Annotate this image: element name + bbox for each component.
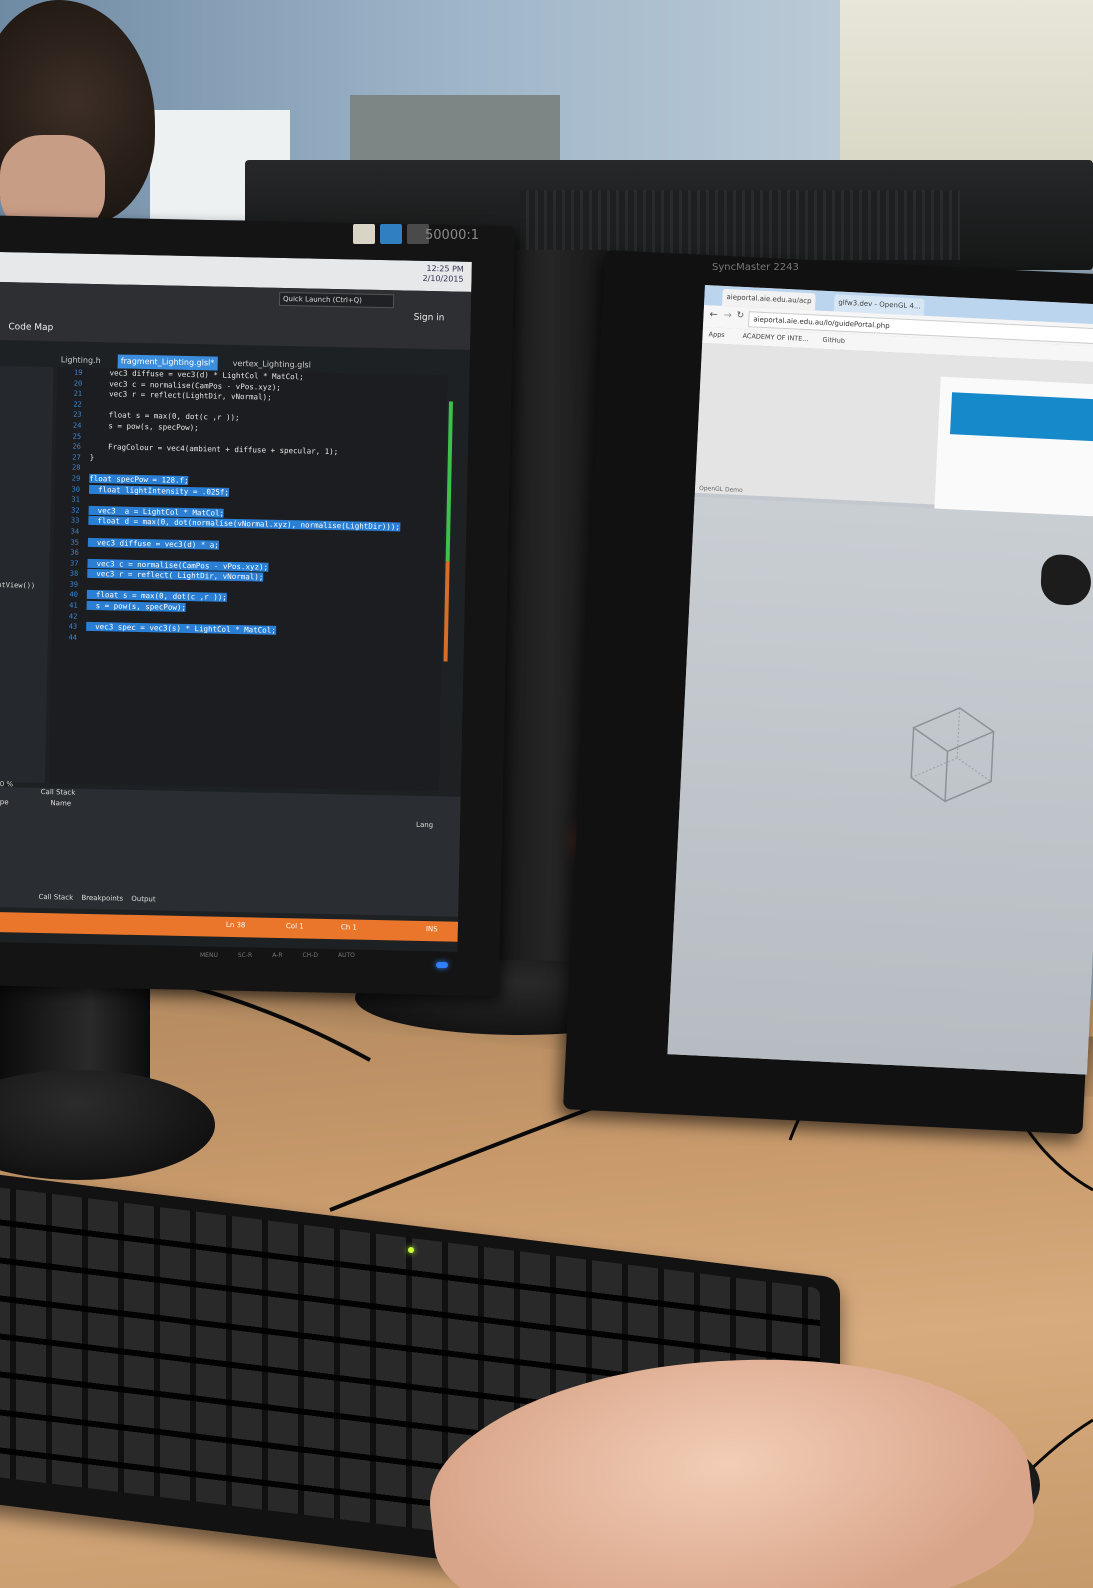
monitor-button-menu[interactable]: MENU	[200, 952, 218, 959]
webpage-banner[interactable]	[950, 392, 1093, 443]
quick-launch-input[interactable]: Quick Launch (Ctrl+Q)	[278, 291, 395, 309]
ide-status-bar: Ln 38 Col 1 Ch 1 INS	[0, 911, 459, 942]
contrast-badge: 50000:1	[425, 228, 480, 243]
line-number: 38	[69, 569, 79, 578]
right-monitor-screen: aieportal.aie.edu.au/acp glfw3.dev - Ope…	[667, 285, 1093, 1075]
forward-arrow-icon[interactable]: →	[723, 310, 732, 321]
code-map-button[interactable]: Code Map	[8, 322, 53, 333]
keyboard-led-icon	[408, 1247, 414, 1253]
clock-date: 2/10/2015	[422, 273, 464, 284]
solution-explorer-panel: ontView())	[0, 365, 54, 784]
line-number: 26	[72, 442, 82, 451]
line-number: 19	[73, 368, 83, 377]
change-marker-green	[445, 401, 453, 562]
line-number-gutter: 19 20 21 22 23 24 25 26 27 28 29 30 31 32 33 34 35 36 37 38…	[48, 367, 86, 784]
left-monitor-screen: 12:25 PM 2/10/2015 Quick Launch (Ctrl+Q)…	[0, 252, 472, 952]
line-number: 36	[70, 548, 79, 557]
line-number: 35	[70, 538, 80, 547]
monitor-sticker-logos	[353, 224, 429, 244]
back-arrow-icon[interactable]: ←	[709, 309, 718, 320]
line-number: 33	[70, 516, 80, 526]
line-number: 41	[69, 601, 78, 610]
sign-in-link[interactable]: Sign in	[414, 313, 445, 324]
tab-call-stack[interactable]: Call Stack	[38, 893, 73, 902]
line-number: 24	[72, 421, 82, 430]
monitor-button-chd[interactable]: CH-D	[303, 952, 319, 959]
column-type: Type	[0, 797, 9, 807]
column-name: Name	[50, 799, 72, 808]
line-number: 23	[73, 410, 82, 420]
change-marker-orange	[443, 561, 450, 662]
intel-sticker-icon	[380, 224, 402, 244]
line-number: 20	[73, 379, 83, 388]
call-stack-title: Call Stack	[40, 787, 76, 797]
zoom-level[interactable]: 100 %	[0, 780, 13, 788]
line-number: 28	[71, 463, 81, 473]
bookmark-academy[interactable]: ACADEMY OF INTE...	[742, 332, 808, 343]
wireframe-cube-icon	[910, 707, 996, 803]
column-lang: Lang	[416, 820, 434, 830]
line-number: 32	[71, 506, 80, 515]
line-number: 21	[73, 389, 83, 398]
ide-toolbar	[0, 281, 472, 350]
status-ch: Ch 1	[340, 923, 358, 932]
photo-scene: 50000:1 12:25 PM 2/10/2015 Quick Launch …	[0, 0, 1093, 1588]
line-number: 42	[68, 612, 78, 621]
status-col: Col 1	[285, 922, 304, 931]
sticker-icon	[353, 224, 375, 244]
monitor-button-labels: MENU SC-R A-R CH-D AUTO	[200, 952, 355, 959]
status-line: Ln 38	[225, 920, 246, 930]
tab-lighting-h[interactable]: Lighting.h	[58, 353, 104, 368]
code-editor[interactable]: 19 20 21 22 23 24 25 26 27 28 29 30 31 32 33 34 35 36 37 38…	[48, 367, 448, 792]
line-number: 31	[71, 495, 80, 504]
line-number: 43	[68, 622, 78, 631]
side-panel-code: ontView())	[0, 580, 36, 590]
taskbar-clock: 12:25 PM 2/10/2015	[422, 264, 463, 285]
line-number: 44	[68, 633, 78, 642]
monitor-power-led-icon	[436, 962, 448, 968]
model-fragment	[1039, 553, 1093, 607]
tab-breakpoints[interactable]: Breakpoints	[81, 894, 123, 903]
reload-icon[interactable]: ↻	[736, 311, 744, 321]
line-number: 25	[72, 432, 82, 441]
line-number: 22	[73, 400, 82, 409]
line-number: 34	[70, 527, 80, 536]
line-number: 39	[69, 580, 79, 589]
line-number: 29	[71, 474, 81, 483]
line-number: 37	[69, 559, 79, 568]
line-number: 27	[72, 453, 81, 462]
line-number: 30	[71, 485, 81, 494]
monitor-button-auto[interactable]: AUTO	[338, 952, 355, 959]
code-text: vec3 diffuse = vec3(d) * LightCol * MatC…	[86, 368, 447, 640]
bookmark-apps[interactable]: Apps	[708, 330, 724, 339]
monitor-button-scr[interactable]: SC-R	[238, 952, 252, 959]
status-ins: INS	[425, 925, 438, 934]
right-monitor-brand: SyncMaster 2243	[712, 262, 799, 273]
tab-output[interactable]: Output	[131, 895, 155, 904]
opengl-viewport[interactable]	[667, 496, 1093, 1075]
bookmark-github[interactable]: GitHub	[822, 336, 845, 345]
line-number: 40	[69, 590, 78, 600]
monitor-button-ar[interactable]: A-R	[272, 952, 282, 959]
